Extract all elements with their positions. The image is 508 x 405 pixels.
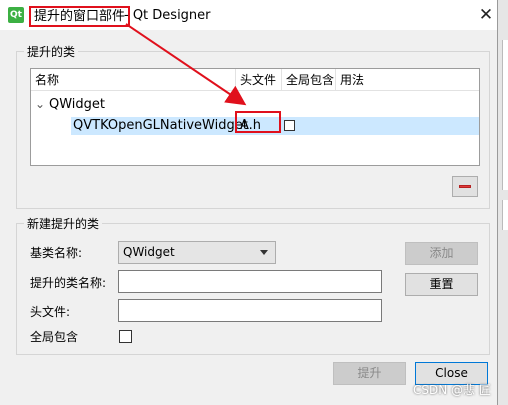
annotation-arrow: [125, 23, 247, 106]
watermark: CSDN @悲 匠: [413, 383, 491, 397]
